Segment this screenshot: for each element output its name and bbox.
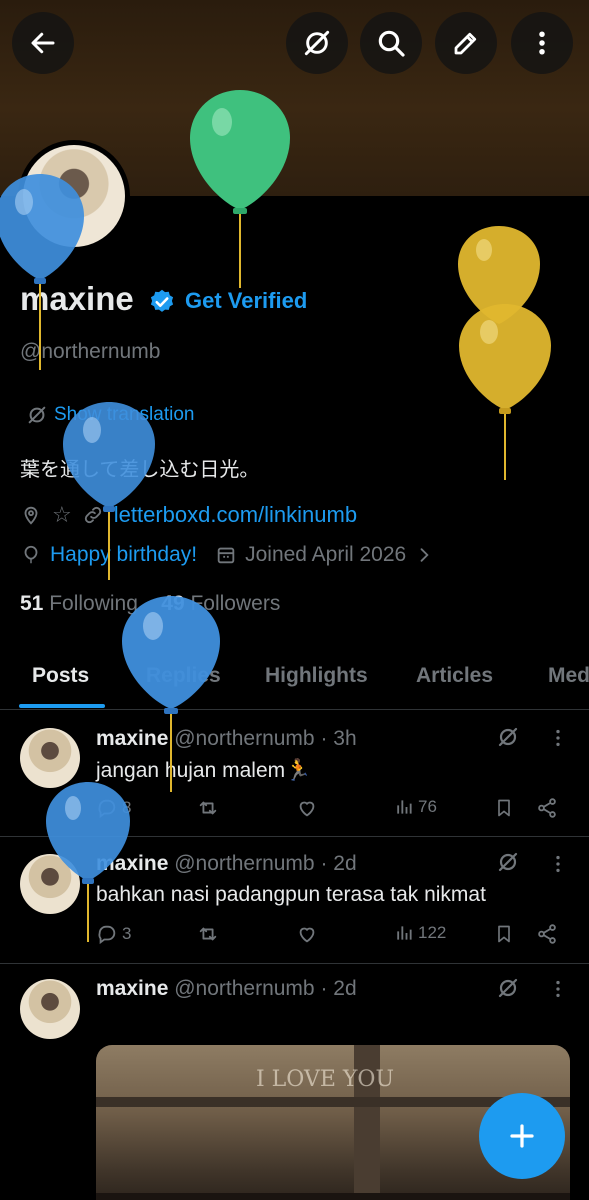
back-arrow-icon bbox=[31, 32, 55, 54]
more-options-button[interactable] bbox=[511, 12, 573, 74]
more-vertical-icon[interactable] bbox=[552, 853, 564, 875]
back-button[interactable] bbox=[12, 12, 74, 74]
location-pin-icon bbox=[24, 506, 38, 525]
green-balloon-icon bbox=[190, 90, 290, 288]
views-chart-icon bbox=[397, 800, 412, 814]
repost-icon bbox=[199, 927, 217, 941]
media-skywriting-text: I LOVE YOU bbox=[256, 1067, 394, 1092]
repost-button[interactable] bbox=[196, 923, 220, 945]
joined-date: Joined April 2026 bbox=[245, 543, 407, 566]
share-icon bbox=[538, 798, 556, 818]
profile-tabs: Posts Replies Highlights Articles Med bbox=[0, 648, 589, 710]
grok-icon[interactable] bbox=[496, 976, 520, 1000]
calendar-icon bbox=[217, 547, 235, 564]
like-button[interactable] bbox=[296, 923, 318, 945]
blue-balloon-icon bbox=[46, 782, 130, 942]
tab-highlights[interactable]: Highlights bbox=[265, 664, 368, 688]
heart-icon bbox=[299, 801, 315, 817]
grok-icon bbox=[28, 406, 46, 424]
compose-post-button[interactable] bbox=[479, 1093, 565, 1179]
like-button[interactable] bbox=[296, 797, 318, 819]
search-icon bbox=[378, 30, 405, 57]
post-text: bahkan nasi padangpun terasa tak nikmat bbox=[96, 883, 486, 906]
post-actions: 3 122 bbox=[96, 923, 566, 953]
more-vertical-icon bbox=[539, 31, 545, 55]
more-vertical-icon[interactable] bbox=[552, 727, 564, 749]
grok-icon bbox=[304, 30, 330, 56]
share-button[interactable] bbox=[536, 797, 558, 819]
blue-balloon-icon bbox=[0, 174, 84, 370]
pencil-icon bbox=[454, 32, 477, 55]
verified-badge-icon bbox=[150, 289, 174, 312]
bookmark-button[interactable] bbox=[494, 797, 514, 819]
views-chart-icon bbox=[397, 926, 412, 940]
views-button[interactable]: 122 bbox=[394, 923, 446, 943]
blue-balloon-icon bbox=[122, 596, 220, 792]
post-header: maxine @northernumb · 2d bbox=[96, 977, 357, 1000]
active-tab-indicator bbox=[19, 704, 105, 708]
bookmark-button[interactable] bbox=[494, 923, 514, 945]
tab-articles[interactable]: Articles bbox=[416, 664, 493, 688]
share-icon bbox=[538, 924, 556, 944]
grok-icon[interactable] bbox=[496, 725, 520, 749]
blue-balloon-icon bbox=[63, 402, 155, 580]
post-header: maxine @northernumb · 2d bbox=[96, 852, 357, 875]
post-avatar[interactable] bbox=[20, 728, 80, 788]
grok-icon[interactable] bbox=[496, 850, 520, 874]
grok-button[interactable] bbox=[286, 12, 348, 74]
post-actions: 8 76 bbox=[96, 797, 566, 827]
share-button[interactable] bbox=[536, 923, 558, 945]
yellow-balloon-icon bbox=[459, 304, 551, 480]
tab-posts[interactable]: Posts bbox=[32, 664, 89, 688]
edit-button[interactable] bbox=[435, 12, 497, 74]
views-button[interactable]: 76 bbox=[394, 797, 437, 817]
balloon-icon bbox=[24, 545, 38, 564]
chevron-right-icon[interactable] bbox=[414, 545, 434, 565]
repost-button[interactable] bbox=[196, 797, 220, 819]
tab-media[interactable]: Med bbox=[548, 664, 589, 688]
plus-icon bbox=[510, 1124, 534, 1148]
more-vertical-icon[interactable] bbox=[552, 978, 564, 1000]
repost-icon bbox=[199, 801, 217, 815]
get-verified-link[interactable]: Get Verified bbox=[185, 288, 307, 314]
heart-icon bbox=[299, 927, 315, 943]
search-button[interactable] bbox=[360, 12, 422, 74]
post-avatar[interactable] bbox=[20, 979, 80, 1039]
bookmark-icon bbox=[498, 799, 510, 817]
bookmark-icon bbox=[498, 925, 510, 943]
